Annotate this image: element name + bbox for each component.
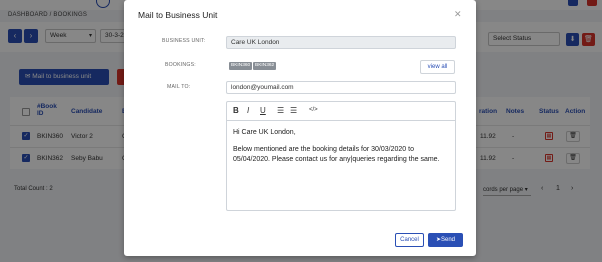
italic-button[interactable]: I [247,106,249,115]
ordered-list-icon[interactable]: ☰ [277,106,284,115]
underline-button[interactable]: U [260,106,266,115]
booking-tag: BKIN362 [253,62,277,70]
bold-button[interactable]: B [233,106,239,115]
close-icon[interactable]: ✕ [454,9,462,20]
editor-toolbar: B I U ☰ ☰ </> [227,102,455,121]
business-unit-label: BUSINESS UNIT: [162,38,206,44]
editor-content[interactable]: Hi Care UK London, Below mentioned are t… [233,128,451,172]
cancel-button[interactable]: Cancel [395,233,424,247]
mail-to-input[interactable]: london@youmail.com [226,81,456,94]
code-icon[interactable]: </> [309,107,318,113]
business-unit-field: Care UK London [226,36,456,49]
mail-to-label: MAIL TO: [167,84,191,90]
booking-tag: BKIN360 [229,62,253,70]
bullet-list-icon[interactable]: ☰ [290,106,297,115]
message-greeting: Hi Care UK London, [233,129,296,136]
view-all-button[interactable]: view all [420,60,455,74]
mail-modal: Mail to Business Unit ✕ BUSINESS UNIT: C… [124,0,476,256]
bookings-label: BOOKINGS: [165,62,196,68]
message-editor[interactable]: B I U ☰ ☰ </> Hi Care UK London, Below m… [226,101,456,211]
modal-title: Mail to Business Unit [138,10,218,20]
send-label: Send [441,237,456,243]
message-body: Below mentioned are the booking details … [233,146,440,163]
send-button[interactable]: ➤Send [428,233,463,247]
